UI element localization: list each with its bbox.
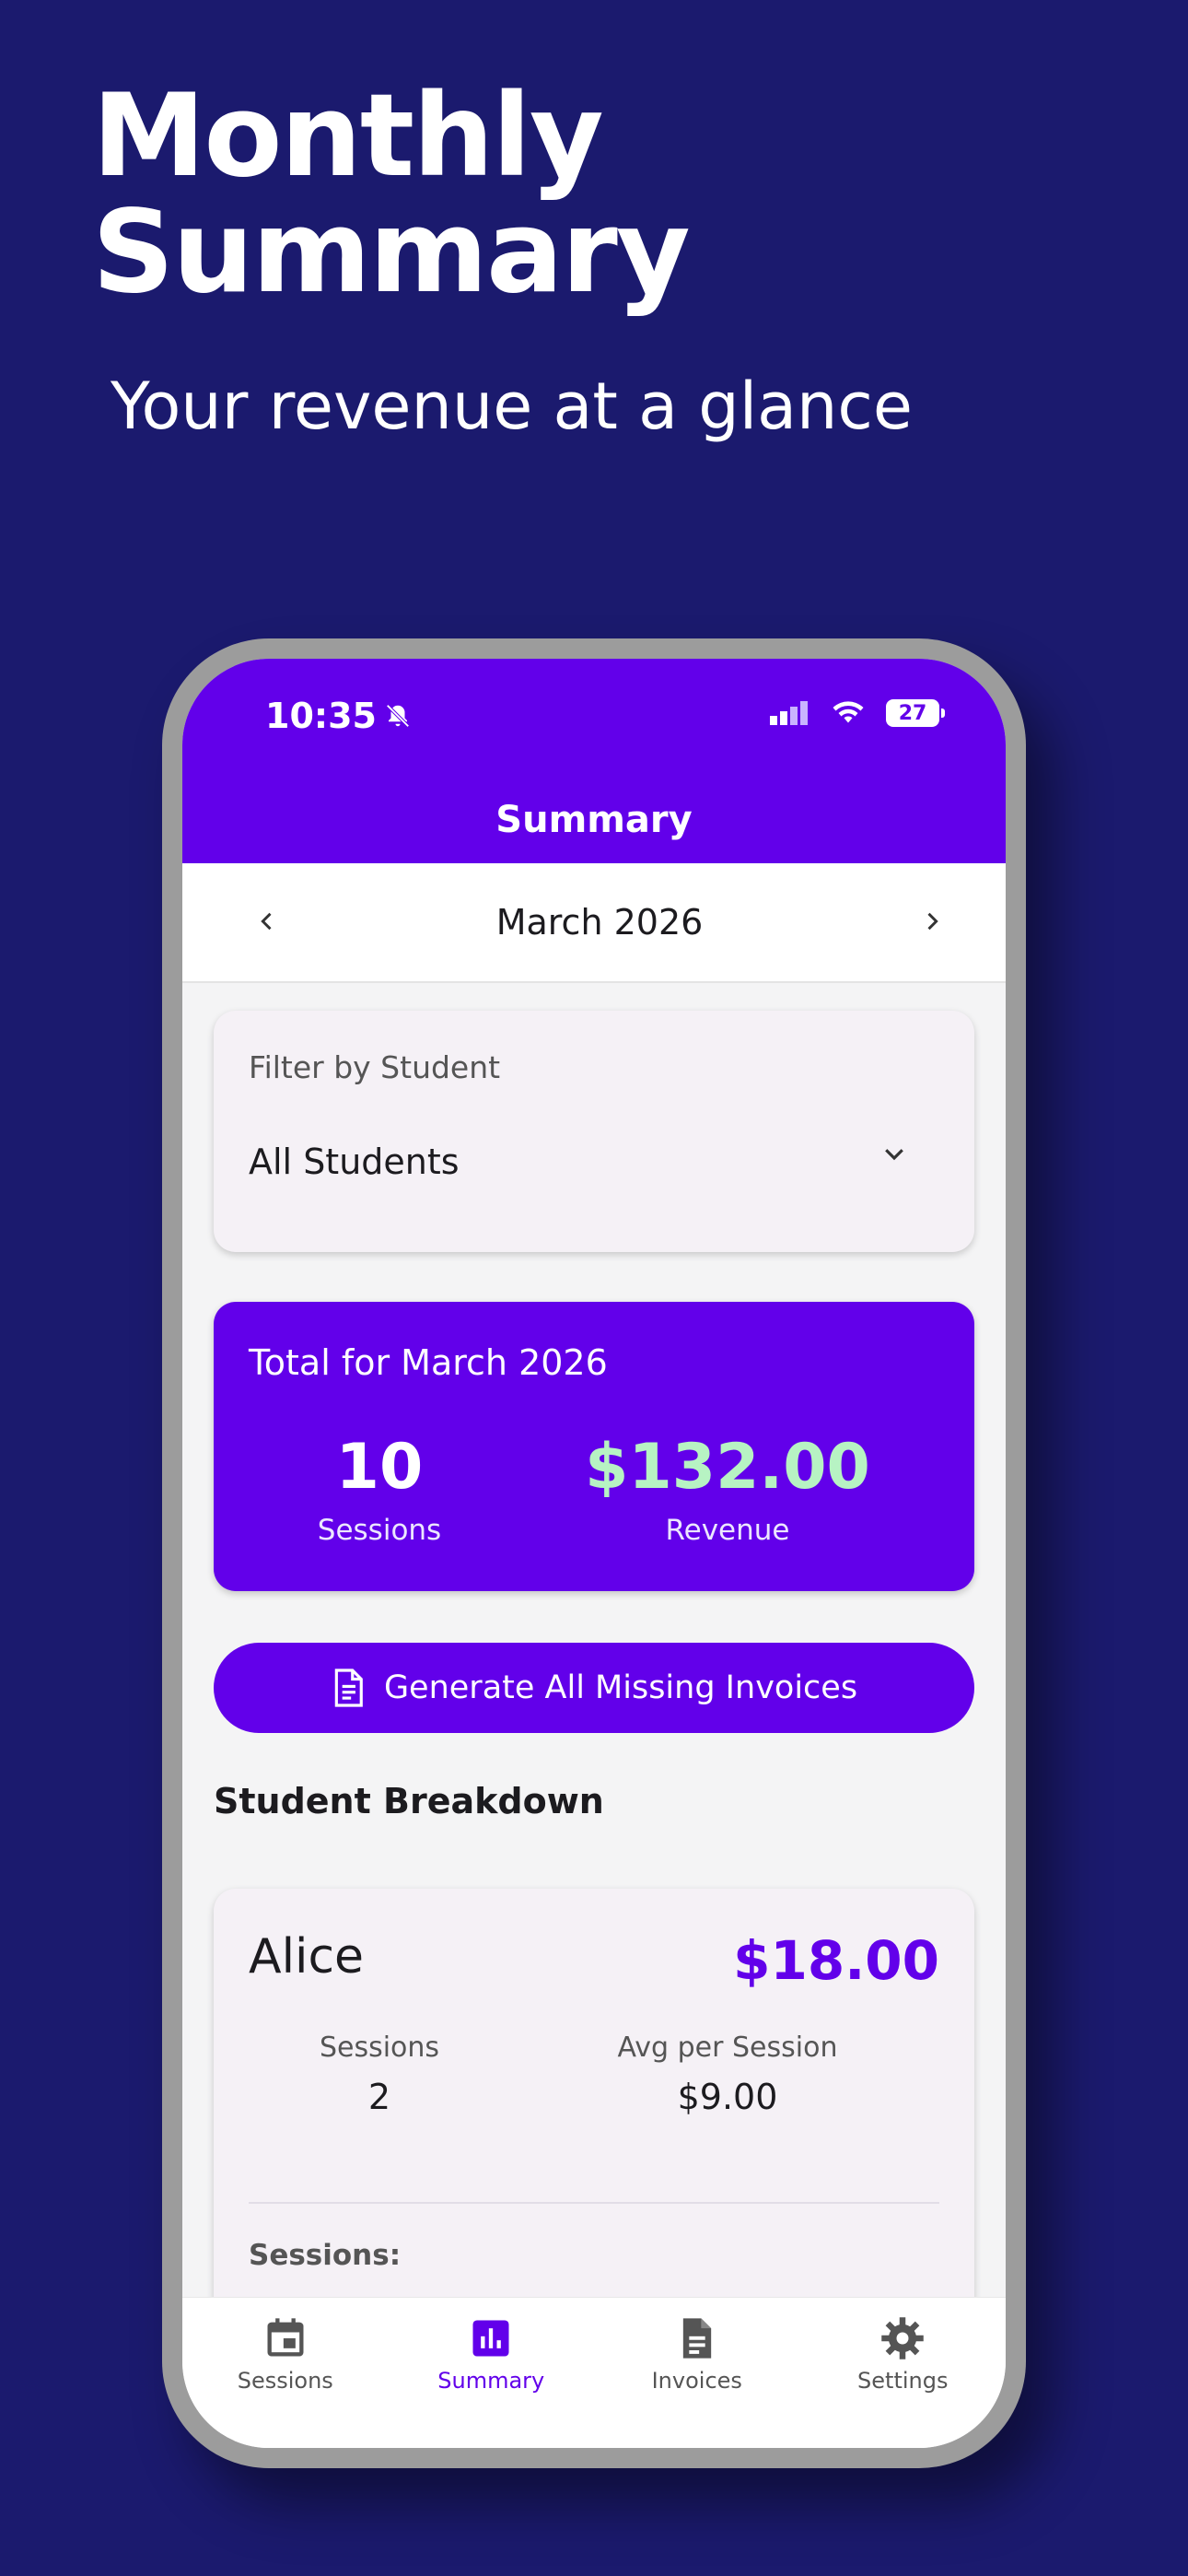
next-month-button[interactable] <box>914 901 950 943</box>
sessions-list-label: Sessions: <box>249 2239 402 2272</box>
battery-level: 27 <box>898 701 927 725</box>
student-card[interactable]: Alice $18.00 Sessions 2 Avg per Session … <box>214 1889 974 2368</box>
bell-muted-icon <box>386 704 410 728</box>
nav-item-sessions[interactable]: Sessions <box>182 2298 389 2448</box>
student-amount: $18.00 <box>733 1929 939 1992</box>
document-icon <box>334 1669 363 1707</box>
student-average: Avg per Session $9.00 <box>562 2032 893 2117</box>
nav-item-summary[interactable]: Summary <box>389 2298 595 2448</box>
nav-label-settings: Settings <box>857 2368 949 2394</box>
chevron-down-icon <box>885 1149 903 1161</box>
filter-selected-value: All Students <box>249 1142 460 1182</box>
battery-indicator: 27 <box>886 699 945 727</box>
hero-title: Monthly Summary <box>92 70 691 319</box>
month-navigator: March 2026 <box>182 863 1006 983</box>
status-time: 10:35 <box>265 696 412 736</box>
bar-chart-icon <box>472 2320 509 2357</box>
student-average-label: Avg per Session <box>617 2032 838 2064</box>
nav-item-settings[interactable]: Settings <box>800 2298 1007 2448</box>
nav-item-invoices[interactable]: Invoices <box>594 2298 800 2448</box>
student-average-value: $9.00 <box>677 2077 778 2117</box>
total-sessions-label: Sessions <box>317 1514 442 1547</box>
nav-label-invoices: Invoices <box>651 2368 742 2394</box>
calendar-icon <box>267 2318 304 2357</box>
divider <box>249 2202 939 2204</box>
total-revenue-label: Revenue <box>665 1514 790 1547</box>
phone-screen: 10:35 27 Summary March 2026 Filter by St… <box>182 659 1006 2448</box>
student-sessions-value: 2 <box>367 2077 391 2117</box>
total-title: Total for March 2026 <box>249 1342 608 1383</box>
generate-invoices-button[interactable]: Generate All Missing Invoices <box>214 1643 974 1733</box>
hero-subtitle: Your revenue at a glance <box>111 369 913 444</box>
total-revenue: $132.00 Revenue <box>562 1431 893 1547</box>
app-bar: 10:35 27 Summary <box>182 659 1006 863</box>
student-sessions: Sessions 2 <box>214 2032 545 2117</box>
status-time-text: 10:35 <box>265 696 377 736</box>
student-name: Alice <box>249 1929 365 1985</box>
wifi-icon <box>833 701 864 723</box>
total-sessions-value: 10 <box>335 1431 424 1504</box>
month-label: March 2026 <box>495 902 704 943</box>
total-sessions: 10 Sessions <box>214 1431 545 1547</box>
chevron-right-icon <box>927 912 938 931</box>
gear-icon <box>881 2317 924 2359</box>
filter-label: Filter by Student <box>249 1049 501 1085</box>
total-revenue-value: $132.00 <box>585 1431 870 1504</box>
status-icons: 27 <box>770 699 945 727</box>
chevron-left-icon <box>261 912 272 931</box>
phone-frame: 10:35 27 Summary March 2026 Filter by St… <box>162 638 1026 2468</box>
generate-invoices-label: Generate All Missing Invoices <box>383 1669 858 1706</box>
monthly-total-card: Total for March 2026 10 Sessions $132.00… <box>214 1302 974 1591</box>
student-filter-dropdown[interactable]: Filter by Student All Students <box>214 1011 974 1252</box>
document-icon <box>682 2318 711 2359</box>
nav-label-summary: Summary <box>437 2368 545 2394</box>
student-sessions-label: Sessions <box>319 2032 440 2064</box>
signal-icon <box>770 701 808 725</box>
section-title: Student Breakdown <box>214 1781 604 1821</box>
bottom-navigation: Sessions Summary Invoices Settings <box>182 2297 1006 2448</box>
nav-label-sessions: Sessions <box>237 2368 333 2394</box>
previous-month-button[interactable] <box>249 901 285 943</box>
page-title: Summary <box>495 799 693 841</box>
